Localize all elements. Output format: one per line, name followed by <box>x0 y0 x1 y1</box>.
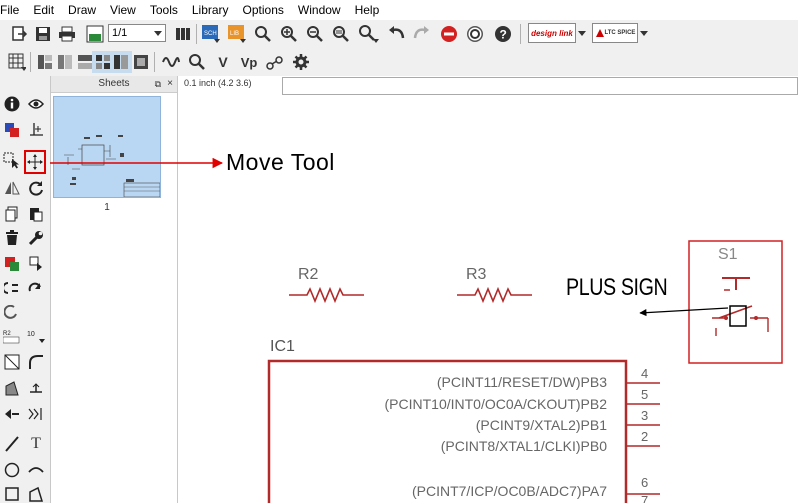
ic-pin-label: (PCINT7/ICP/OC0B/ADC7)PA7 <box>411 483 607 499</box>
ic1-label: IC1 <box>270 338 295 355</box>
ic-pin-label: (PCINT10/INT0/OC0A/CKOUT)PB2 <box>384 396 608 412</box>
ic-pin-number: 7 <box>641 494 649 503</box>
ic-pin-number: 4 <box>641 366 649 381</box>
ic-pin-label: (PCINT11/RESET/DW)PB3 <box>436 374 607 390</box>
ic-pin-number: 2 <box>641 429 649 444</box>
plus-sign-arrow <box>639 307 729 317</box>
resistor-r3[interactable] <box>457 286 532 304</box>
ic-pin-label: (PCINT8/XTAL1/CLKI)PB0 <box>440 438 607 454</box>
resistor-r2[interactable] <box>289 286 364 304</box>
ic-pin-number: 5 <box>641 387 649 402</box>
schematic-drawing <box>50 157 783 503</box>
s1-label: S1 <box>718 246 738 263</box>
r3-label: R3 <box>466 266 487 283</box>
move-tool-annotation: Move Tool <box>226 149 335 175</box>
ic-pin-number: 3 <box>641 408 649 423</box>
ic-pin-label: (PCINT9/XTAL2)PB1 <box>475 417 607 433</box>
ic-pin-number: 6 <box>641 475 649 490</box>
r2-label: R2 <box>298 266 319 283</box>
plus-sign-annotation: PLUS SIGN <box>566 274 668 301</box>
